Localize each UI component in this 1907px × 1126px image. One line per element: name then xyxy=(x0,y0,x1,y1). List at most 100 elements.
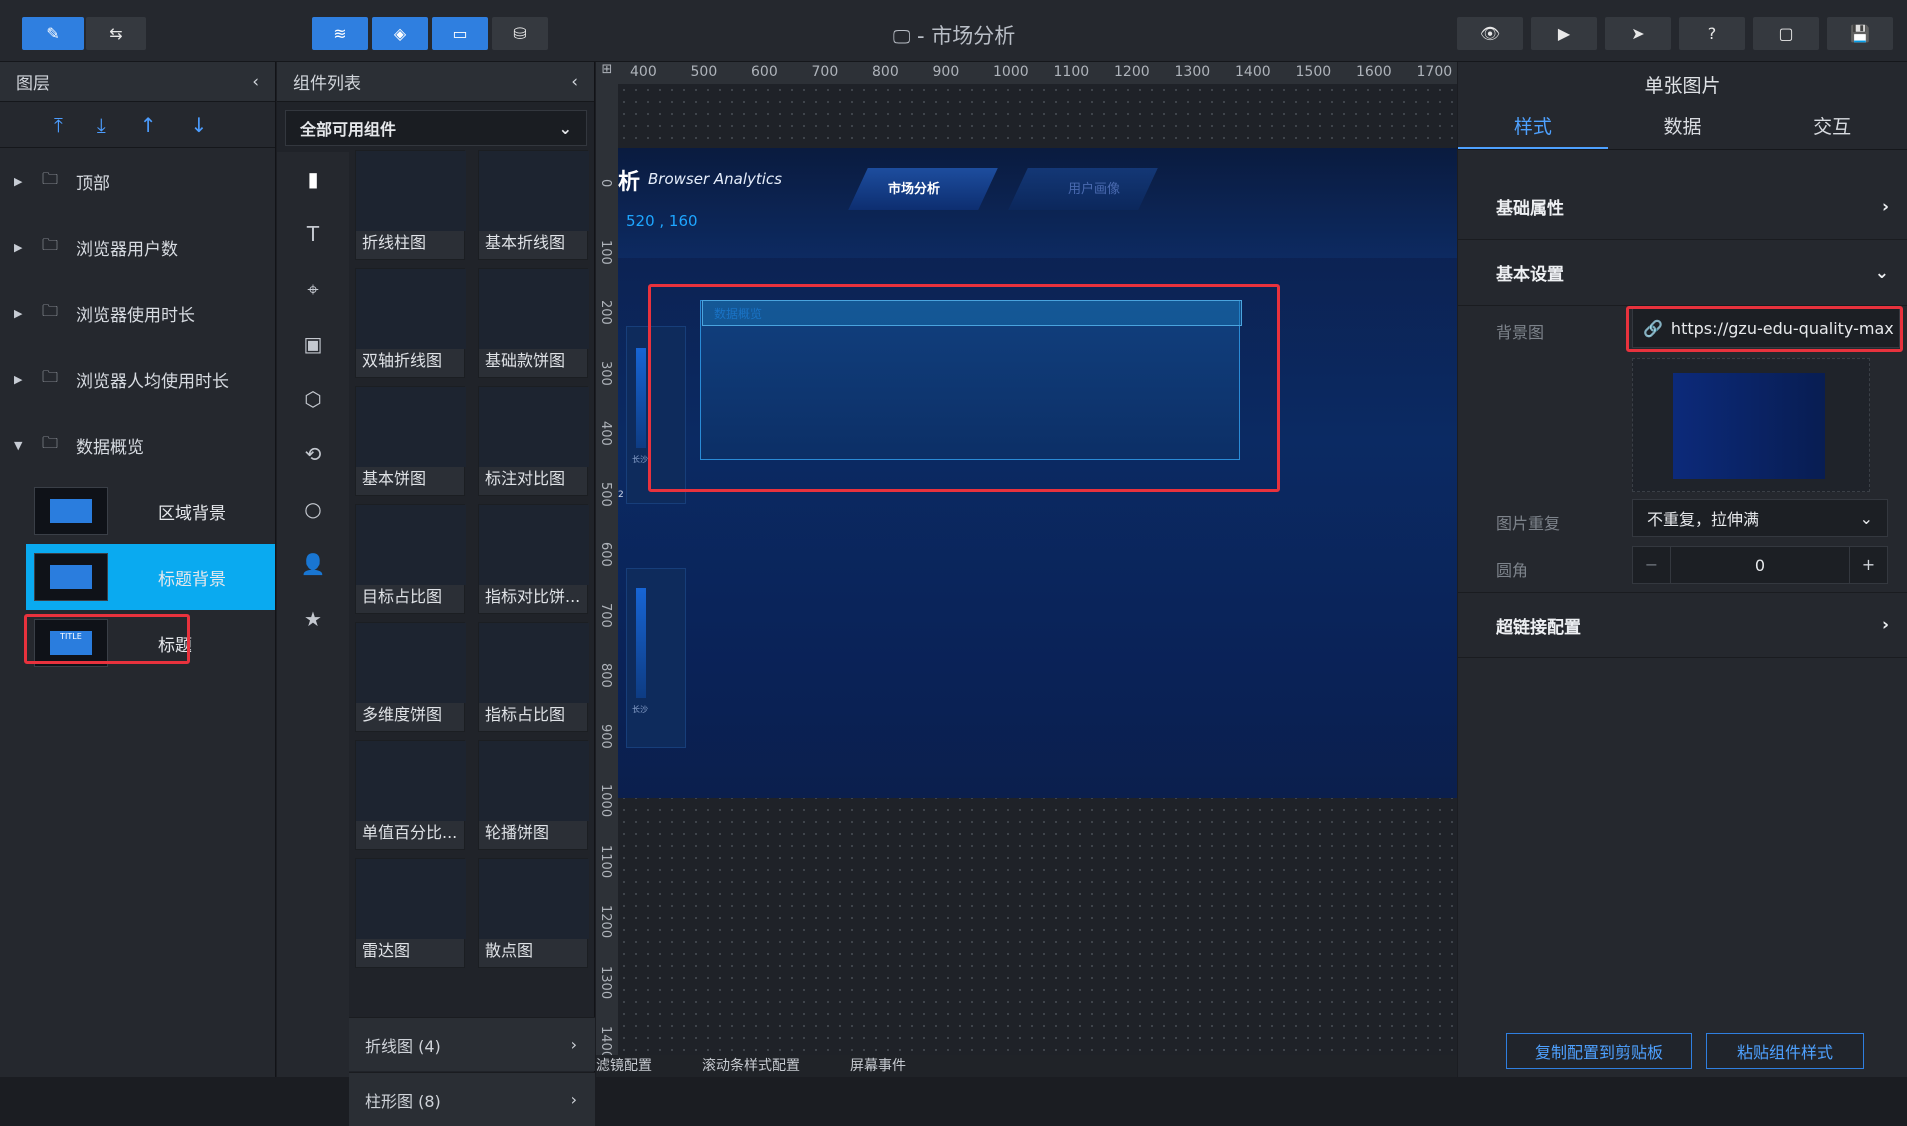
component-thumbnail xyxy=(479,269,589,349)
ruler-tick-label: 1200 xyxy=(1114,64,1150,80)
ruler-tick-label: 0 xyxy=(598,179,613,188)
save-icon[interactable]: 💾 xyxy=(1827,17,1893,50)
layer-folder[interactable]: ▼ 🗀 数据概览 xyxy=(0,412,275,478)
move-top-icon[interactable]: ⤒ xyxy=(54,113,63,137)
component-label: 指标对比饼... xyxy=(485,587,581,606)
layers-title: 图层 xyxy=(16,74,50,94)
component-thumbnail xyxy=(356,623,466,703)
component-card[interactable]: 雷达图 xyxy=(355,858,466,968)
tab-style[interactable]: 样式 xyxy=(1458,106,1608,149)
section-label: 折线图 (4) xyxy=(365,1036,441,1056)
component-card[interactable]: 基本折线图 xyxy=(478,150,589,260)
layer-folder[interactable]: ▶ 🗀 浏览器用户数 xyxy=(0,214,275,280)
panel-icon[interactable]: ▭ xyxy=(432,17,488,50)
collapse-icon[interactable]: ‹ xyxy=(252,72,259,92)
layer-item[interactable]: 区域背景 xyxy=(0,478,275,544)
nav-other[interactable]: 用户画像 xyxy=(1068,178,1120,197)
artboard[interactable]: 析 Browser Analytics 市场分析 用户画像 520 , 160 … xyxy=(618,148,1457,798)
section-line[interactable]: 折线图 (4) › xyxy=(349,1017,595,1071)
component-filter-select[interactable]: 全部可用组件 ⌄ xyxy=(285,110,587,146)
component-thumbnail xyxy=(356,859,466,939)
cube-icon[interactable]: ⬡ xyxy=(277,372,349,427)
component-card[interactable]: 指标占比图 xyxy=(478,622,589,732)
circle-icon[interactable]: ○ xyxy=(277,482,349,537)
component-card[interactable]: 目标占比图 xyxy=(355,504,466,614)
minus-icon[interactable]: − xyxy=(1633,547,1671,583)
copy-config-button[interactable]: 复制配置到剪贴板 xyxy=(1506,1033,1692,1069)
component-card[interactable]: 基础款饼图 xyxy=(478,268,589,378)
ruler-tick-label: 1200 xyxy=(598,905,613,939)
side-tag: 长沙 xyxy=(632,705,648,714)
map-pin-icon[interactable]: ⌖ xyxy=(277,262,349,317)
screen-icon[interactable]: ▢ xyxy=(1753,17,1819,50)
component-card[interactable]: 轮播饼图 xyxy=(478,740,589,850)
bg-image-preview[interactable] xyxy=(1632,358,1870,492)
record-icon[interactable]: ▶ xyxy=(1531,17,1597,50)
caret-right-icon[interactable]: ▶ xyxy=(14,373,42,386)
component-card[interactable]: 单值百分比... xyxy=(355,740,466,850)
component-card[interactable]: 标注对比图 xyxy=(478,386,589,496)
caret-right-icon[interactable]: ▶ xyxy=(14,307,42,320)
layer-item-selected[interactable]: 标题背景 xyxy=(26,544,275,610)
text-icon[interactable]: T xyxy=(277,207,349,262)
paste-style-button[interactable]: 粘贴组件样式 xyxy=(1706,1033,1864,1069)
chevron-down-icon: ⌄ xyxy=(1859,508,1873,528)
component-card[interactable]: 散点图 xyxy=(478,858,589,968)
layer-thumb xyxy=(34,487,108,535)
tab-data[interactable]: 数据 xyxy=(1608,106,1758,149)
tab-screen-event[interactable]: 屏幕事件 xyxy=(850,1055,906,1077)
ruler-tick-label: 600 xyxy=(751,64,778,80)
flow-icon[interactable]: ⇆ xyxy=(86,17,146,50)
bar-chart-icon[interactable]: ▮ xyxy=(277,152,349,207)
canvas-area[interactable]: ⊞ 400 500 600 700 800 900 1000 1100 1200 1300 1400… xyxy=(596,62,1457,1077)
component-label: 目标占比图 xyxy=(362,587,443,606)
interaction-icon[interactable]: ⟲ xyxy=(277,427,349,482)
folder-label: 顶部 xyxy=(76,173,110,194)
layer-folder[interactable]: ▶ 🗀 浏览器使用时长 xyxy=(0,280,275,346)
caret-right-icon[interactable]: ▶ xyxy=(14,241,42,254)
collapse-icon[interactable]: ‹ xyxy=(571,72,578,92)
tab-scrollbar[interactable]: 滚动条样式配置 xyxy=(702,1055,800,1077)
component-card[interactable]: 基本饼图 xyxy=(355,386,466,496)
folder-label: 浏览器人均使用时长 xyxy=(76,371,229,392)
help-icon[interactable]: ? xyxy=(1679,17,1745,50)
layers-icon[interactable]: ≋ xyxy=(312,17,368,50)
hyperlink-section[interactable]: 超链接配置 › xyxy=(1458,592,1907,658)
star-icon[interactable]: ★ xyxy=(277,592,349,647)
preview-eye-icon[interactable]: 👁 xyxy=(1457,17,1523,50)
cube-icon[interactable]: ◈ xyxy=(372,17,428,50)
component-card[interactable]: 指标对比饼... xyxy=(478,504,589,614)
basic-settings-section[interactable]: 基本设置 ⌄ xyxy=(1458,240,1907,306)
layer-folder[interactable]: ▶ 🗀 顶部 xyxy=(0,148,275,214)
user-icon[interactable]: 👤 xyxy=(277,537,349,592)
move-bottom-icon[interactable]: ⤓ xyxy=(97,113,106,137)
publish-icon[interactable]: ➤ xyxy=(1605,17,1671,50)
move-down-icon[interactable]: ↓ xyxy=(190,113,207,137)
side-char: 2 xyxy=(618,490,624,500)
tab-filter[interactable]: 滤镜配置 xyxy=(596,1055,652,1077)
ruler-corner-icon[interactable]: ⊞ xyxy=(596,62,618,84)
component-card[interactable]: 多维度饼图 xyxy=(355,622,466,732)
section-bar[interactable]: 柱形图 (8) › xyxy=(349,1072,595,1126)
component-card[interactable]: 双轴折线图 xyxy=(355,268,466,378)
database-icon[interactable]: ⛁ xyxy=(492,17,548,50)
component-card[interactable]: 折线柱图 xyxy=(355,150,466,260)
repeat-select[interactable]: 不重复，拉伸满 ⌄ xyxy=(1632,499,1888,537)
layer-folder[interactable]: ▶ 🗀 浏览器人均使用时长 xyxy=(0,346,275,412)
nav-active[interactable]: 市场分析 xyxy=(888,178,940,197)
media-icon[interactable]: ▣ xyxy=(277,317,349,372)
caret-right-icon[interactable]: ▶ xyxy=(14,175,42,188)
folder-icon: 🗀 xyxy=(42,168,59,188)
repeat-label: 图片重复 xyxy=(1496,514,1561,533)
component-label: 轮播饼图 xyxy=(485,823,550,842)
basic-properties-section[interactable]: 基础属性 › xyxy=(1458,174,1907,240)
edit-icon[interactable]: ✎ xyxy=(22,17,84,50)
radius-value[interactable]: 0 xyxy=(1671,556,1849,575)
ruler-tick-label: 400 xyxy=(598,421,613,446)
tab-interaction[interactable]: 交互 xyxy=(1757,106,1907,149)
plus-icon[interactable]: + xyxy=(1849,547,1887,583)
caret-down-icon[interactable]: ▼ xyxy=(14,439,42,452)
move-up-icon[interactable]: ↑ xyxy=(140,113,157,137)
page-title: 🖵 - 市场分析 xyxy=(893,20,1015,50)
radius-stepper[interactable]: − 0 + xyxy=(1632,546,1888,584)
